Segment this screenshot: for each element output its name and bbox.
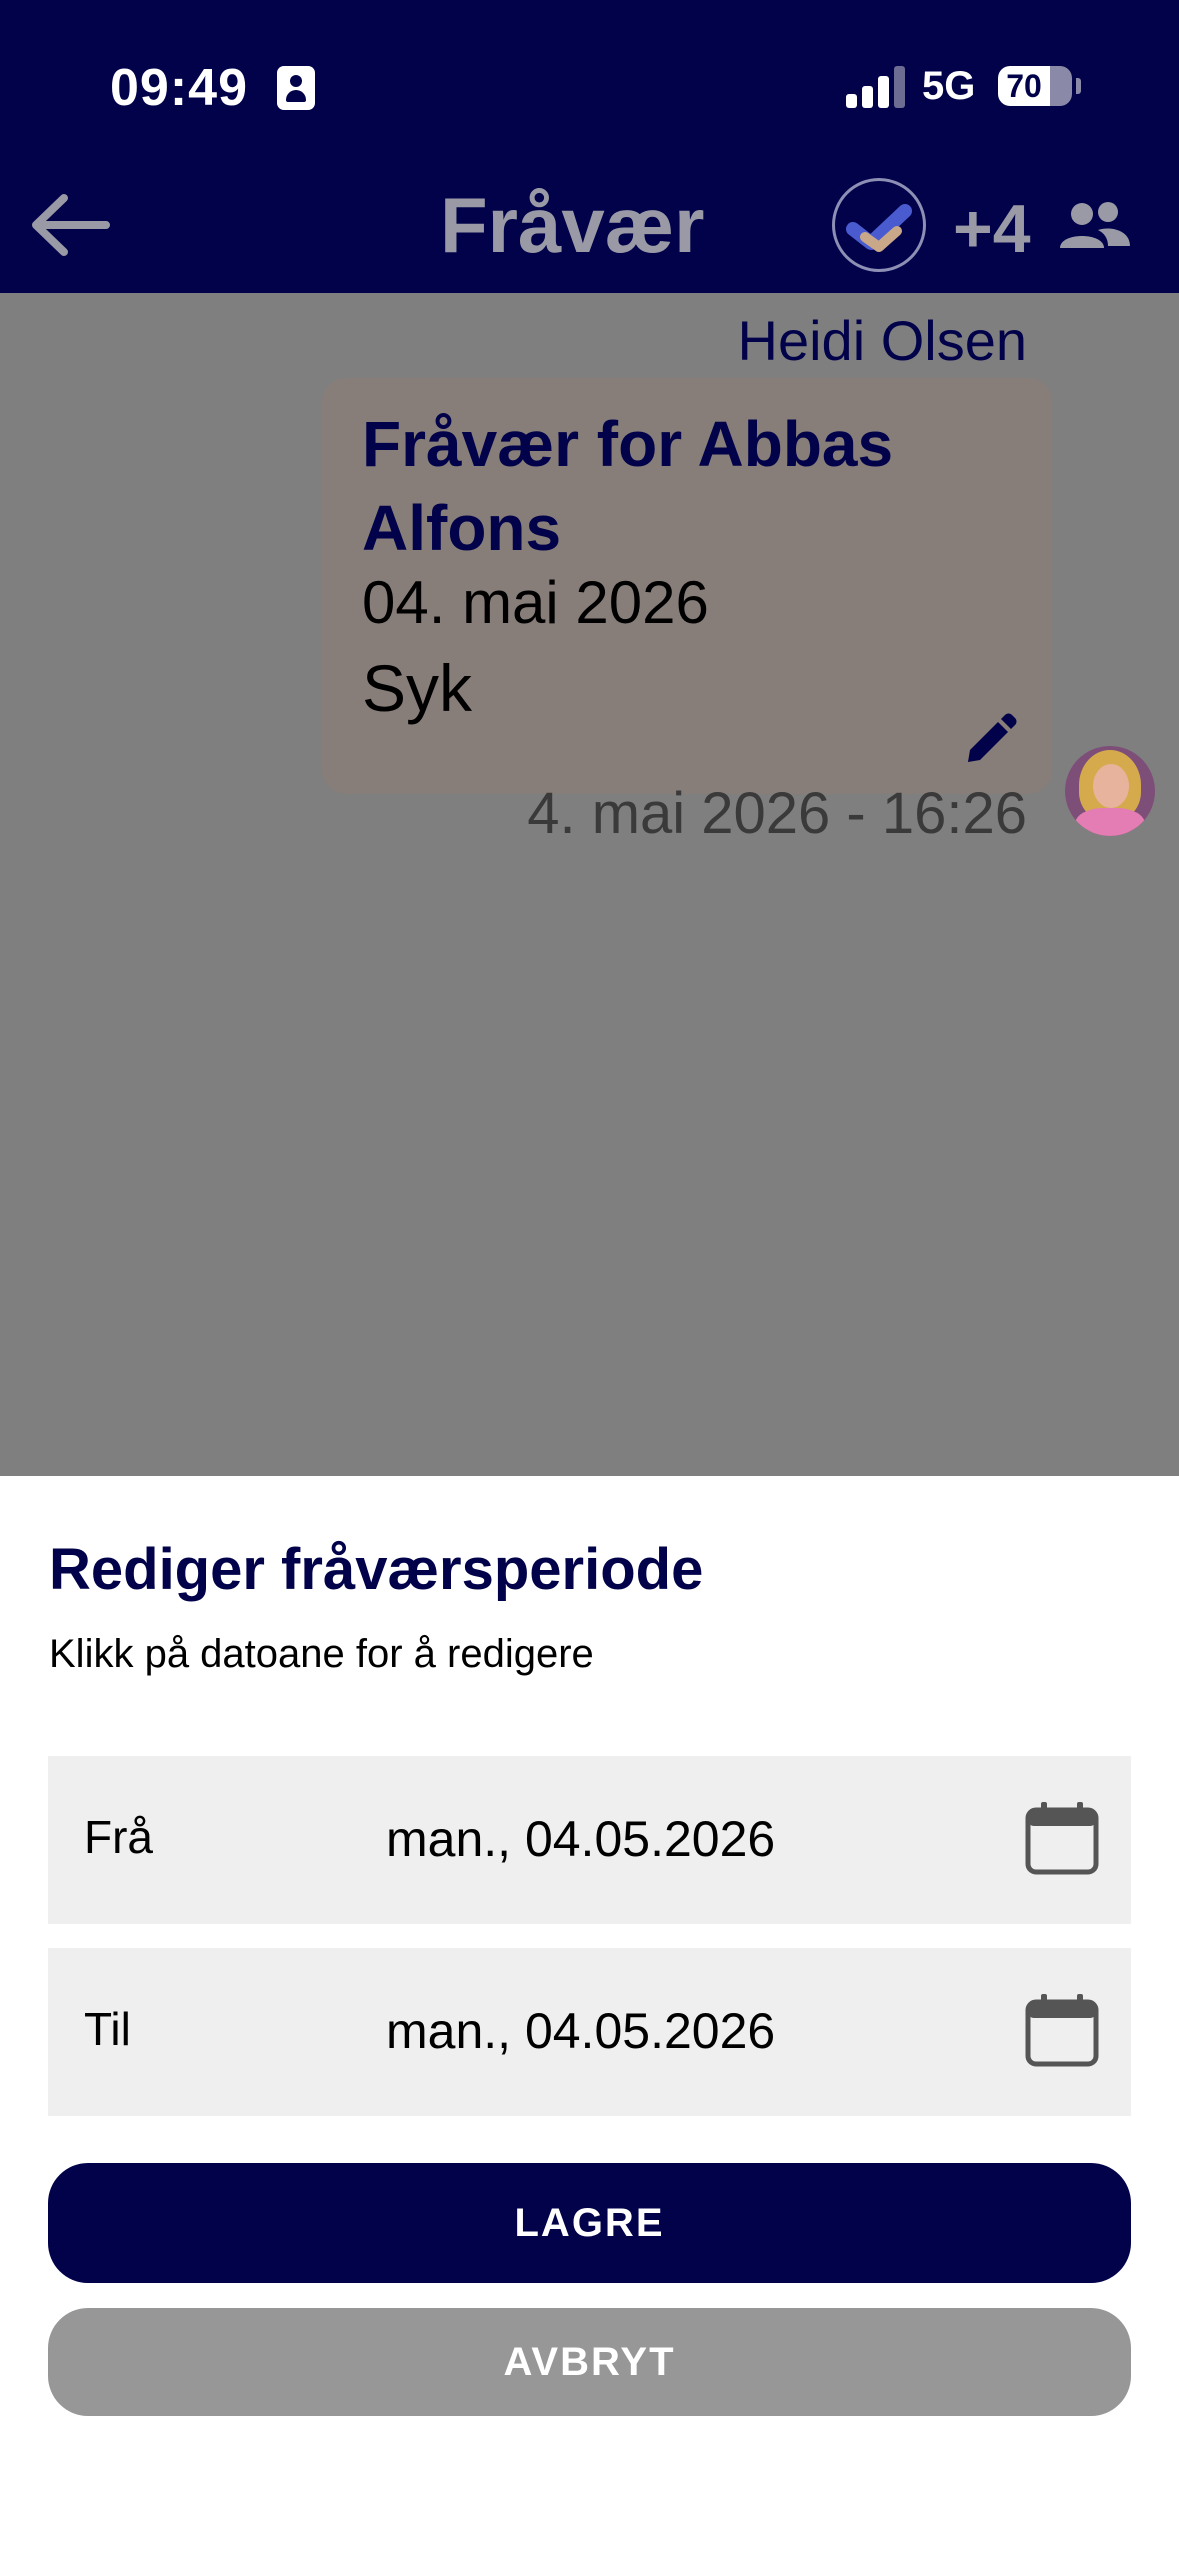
- sheet-title: Rediger fråværsperiode: [49, 1537, 704, 1602]
- avatar: [1065, 746, 1155, 836]
- pencil-icon[interactable]: [960, 712, 1018, 770]
- from-date-value[interactable]: man., 04.05.2026: [386, 1810, 775, 1868]
- network-type: 5G: [922, 64, 976, 108]
- to-date-value[interactable]: man., 04.05.2026: [386, 2002, 775, 2060]
- from-date-field[interactable]: Frå man., 04.05.2026: [48, 1756, 1131, 1924]
- calendar-icon[interactable]: [1023, 1992, 1101, 2070]
- battery-icon: 70: [998, 66, 1072, 106]
- save-button[interactable]: LAGRE: [48, 2163, 1131, 2283]
- back-arrow-icon[interactable]: [28, 190, 112, 260]
- calendar-icon[interactable]: [1023, 1800, 1101, 1878]
- absence-message-bubble[interactable]: Fråvær for Abbas Alfons 04. mai 2026 Syk: [322, 378, 1052, 794]
- battery-level: 70: [1006, 68, 1042, 104]
- person-badge-icon: [277, 66, 315, 110]
- cancel-button[interactable]: AVBRYT: [48, 2308, 1131, 2416]
- page-title: Fråvær: [440, 181, 705, 269]
- to-date-label: Til: [84, 2003, 131, 2055]
- group-icon[interactable]: [1058, 198, 1130, 254]
- participants-count[interactable]: +4: [953, 190, 1031, 268]
- message-date: 04. mai 2026: [362, 569, 709, 636]
- message-timestamp: 4. mai 2026 - 16:26: [527, 781, 1027, 846]
- status-time: 09:49: [110, 59, 248, 117]
- to-date-field[interactable]: Til man., 04.05.2026: [48, 1948, 1131, 2116]
- absence-type: Syk: [362, 651, 473, 725]
- from-date-label: Frå: [84, 1811, 153, 1863]
- message-title: Fråvær for Abbas Alfons: [362, 408, 894, 564]
- cellular-signal-icon: [846, 64, 906, 108]
- message-sender: Heidi Olsen: [737, 309, 1027, 372]
- battery-tip: [1076, 78, 1081, 94]
- app-header: 09:49 5G 70 Fråvær +4: [0, 0, 1179, 293]
- app-logo-icon[interactable]: [832, 178, 926, 272]
- sheet-subtitle: Klikk på datoane for å redigere: [49, 1632, 594, 1676]
